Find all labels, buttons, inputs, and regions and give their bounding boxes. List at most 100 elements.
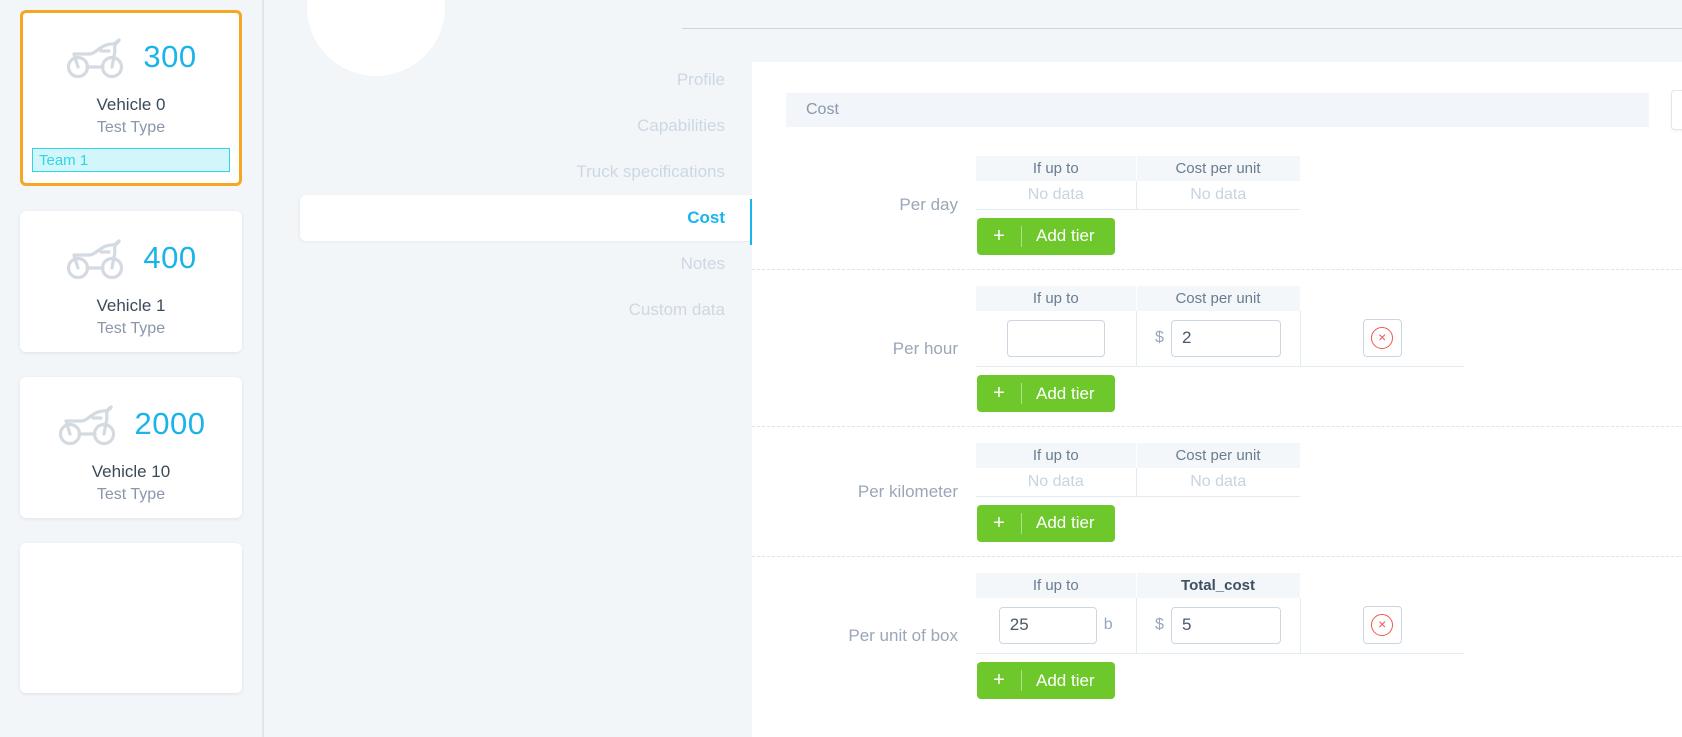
cost-row-label: Per hour [892,338,958,358]
vehicle-type: Test Type [96,320,166,337]
vehicle-cost-editor-screen: 300 Vehicle 0 Test Type Team 1 400 Vehicle 1 T… [0,0,1682,737]
sidebar-divider [262,0,264,737]
no-data-cost: No data [1136,181,1300,210]
vehicle-card[interactable] [20,543,242,693]
motorcycle-icon [67,239,124,280]
add-tier-button[interactable]: + Add tier [977,662,1115,699]
unit-suffix: b [1103,616,1113,634]
add-tier-button[interactable]: + Add tier [977,375,1115,412]
vehicle-capacity: 300 [143,39,197,74]
cost-row-body: If up toCost per unit $ × + Add tier [976,285,1682,412]
remove-circle-icon: × [1371,614,1394,637]
plus-icon: + [993,382,1005,404]
vehicle-card-top: 300 [32,26,230,88]
column-header-if-up-to: If up to [976,572,1137,598]
vehicle-capacity: 2000 [134,406,206,441]
cancel-button[interactable]: × Cancel [1671,90,1682,130]
no-data-cost: No data [1136,468,1300,497]
cost-rows-container: Per day If up to Cost per unit No data No da… [752,140,1682,713]
sidebar-item-custom-data[interactable]: Custom data [300,287,752,333]
vehicle-card-top: 2000 [32,393,230,455]
plus-icon: + [993,511,1005,534]
delete-tier-button[interactable]: × [1362,606,1402,645]
cost-input[interactable] [1170,606,1281,644]
column-header-cost: Total_cost [1136,572,1301,598]
actions-cell: × [1300,310,1464,367]
add-tier-label: Add tier [1036,226,1095,245]
cost-panel: Cost × Cancel ✔ Save Per dayIf up toCost… [752,62,1682,737]
sidebar-item-notes[interactable]: Notes [300,241,752,287]
if-up-to-input[interactable] [1006,319,1105,357]
cost-row-body: If up toTotal_costb $ × + Add tier [976,572,1682,699]
section-nav[interactable]: Profile Capabilities Truck specifications C… [300,57,752,333]
cost-cell: $ [1136,310,1301,367]
sidebar-item-label: Capabilities [637,116,725,135]
tier-table: If up to Cost per unit No data No data [976,443,1301,497]
add-tier-label: Add tier [1036,383,1095,403]
column-header-actions [1300,285,1465,311]
cost-cell: $ [1136,597,1301,654]
cost-row-label: Per kilometer [857,482,958,502]
center-column: Profile Capabilities Truck specifications C… [262,0,1682,737]
cost-row-body: If up to Cost per unit No data No data + Add … [976,443,1682,542]
sidebar-item-capabilities[interactable]: Capabilities [300,103,752,149]
vehicle-card[interactable]: 300 Vehicle 0 Test Type Team 1 [20,10,242,186]
cost-row: Per day If up to Cost per unit No data No da… [752,140,1682,269]
cost-input[interactable] [1170,319,1281,357]
motorcycle-icon [67,38,124,79]
column-header-cost: Cost per unit [1136,443,1301,468]
if-up-to-cell [976,310,1137,367]
plus-icon: + [993,224,1005,247]
vehicle-name: Vehicle 1 [96,296,166,315]
column-header-if-up-to: If up to [976,443,1137,468]
cost-row: Per hour If up toCost per unit $ × + Add tier [752,268,1682,427]
currency-symbol: $ [1155,329,1164,347]
vehicle-capacity: 400 [143,240,197,275]
team-badge[interactable]: Team 1 [32,148,230,172]
no-data-if-up-to: No data [976,181,1137,210]
tier-table: If up toTotal_costb $ × [976,572,1465,654]
sidebar-item-label: Profile [676,70,725,89]
cost-row-label: Per unit of box [848,625,958,645]
cost-row-body: If up to Cost per unit No data No data + Add … [976,156,1682,255]
vehicle-card[interactable]: 400 Vehicle 1 Test Type [20,211,242,352]
column-header-if-up-to: If up to [976,285,1137,311]
tier-table: If up to Cost per unit No data No data [976,156,1301,210]
sidebar-item-label: Truck specifications [576,162,725,181]
page-title: Cost [786,93,1650,127]
header-divider [682,28,1682,29]
vehicle-type: Test Type [96,486,166,503]
sidebar-item-cost[interactable]: Cost [300,195,752,241]
vehicle-name: Vehicle 0 [96,95,166,114]
add-tier-button[interactable]: + Add tier [977,504,1115,542]
remove-circle-icon: × [1371,327,1394,350]
no-data-row: No data No data [976,181,1300,210]
column-header-cost: Cost per unit [1136,156,1301,181]
column-header-cost: Cost per unit [1136,285,1301,311]
delete-tier-button[interactable]: × [1362,319,1402,358]
vehicle-list-sidebar[interactable]: 300 Vehicle 0 Test Type Team 1 400 Vehicle 1 T… [0,0,262,737]
vehicle-name: Vehicle 10 [91,462,171,481]
if-up-to-input[interactable] [998,606,1097,644]
vehicle-card-top: 400 [32,227,230,289]
plus-icon: + [993,669,1005,691]
sidebar-item-label: Notes [680,254,725,273]
tier-row: b $ × [976,597,1464,654]
no-data-row: No data No data [976,468,1300,497]
column-header-if-up-to: If up to [976,156,1137,181]
currency-symbol: $ [1155,616,1164,634]
vehicle-card[interactable]: 2000 Vehicle 10 Test Type [20,377,242,518]
no-data-if-up-to: No data [976,468,1137,497]
motorcycle-icon [58,405,115,446]
sidebar-item-truck-specifications[interactable]: Truck specifications [300,149,752,195]
sidebar-item-label: Custom data [628,300,725,319]
add-tier-label: Add tier [1036,513,1095,532]
cost-row: Per kilometer If up to Cost per unit No dat… [752,426,1682,556]
tier-table: If up toCost per unit $ × [976,285,1465,367]
vehicle-type: Test Type [96,119,166,136]
sidebar-item-profile[interactable]: Profile [300,57,752,103]
panel-header: Cost × Cancel ✔ Save [752,90,1682,130]
cost-row-label: Per day [899,195,958,215]
if-up-to-cell: b [976,597,1137,654]
add-tier-button[interactable]: + Add tier [977,217,1115,255]
